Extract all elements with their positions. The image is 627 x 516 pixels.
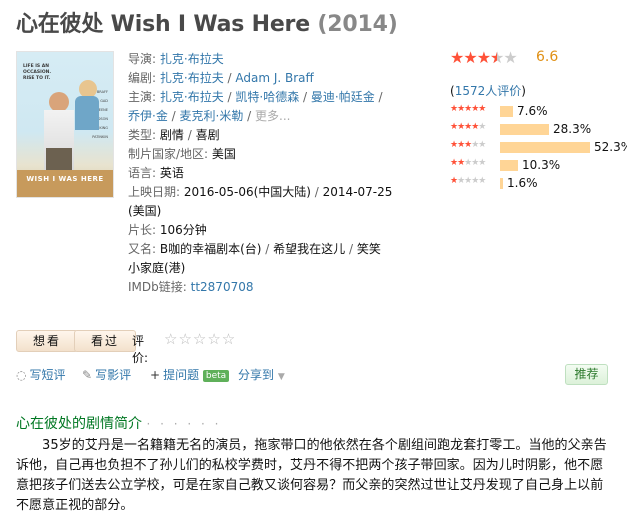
dist-stars-3: ★★★★★ — [450, 140, 486, 150]
movie-poster[interactable]: LIFE IS AN OCCASION. RISE TO IT. BRAFF G… — [16, 51, 114, 198]
writer-label: 编剧: — [128, 71, 157, 85]
dist-pct-2: 10.3% — [522, 158, 561, 172]
genre-label: 类型: — [128, 128, 157, 142]
poster-figure-man — [49, 92, 69, 112]
title-year: (2014) — [317, 12, 398, 37]
writer-link-2[interactable]: Adam J. Braff — [235, 71, 313, 85]
writer-row: 编剧: 扎克·布拉夫 / Adam J. Braff — [128, 71, 314, 85]
country-label: 制片国家/地区: — [128, 147, 209, 161]
cast-link-1[interactable]: 扎克·布拉夫 — [160, 90, 224, 104]
director-link[interactable]: 扎克·布拉夫 — [160, 52, 224, 66]
dist-row-2: ★★★★★ 10.3% — [450, 158, 620, 176]
poster-figure-right-body — [75, 96, 99, 130]
imdb-row: IMDb链接: tt2870708 — [128, 278, 398, 297]
heading-dots: · · · · · · — [146, 417, 222, 431]
dist-stars-4: ★★★★★ — [450, 122, 486, 132]
rating-stars: ★★★★★★ — [450, 48, 518, 67]
director-row: 导演: 扎克·布拉夫 — [128, 50, 398, 69]
aka-label: 又名: — [128, 242, 157, 256]
dist-bar-2 — [500, 160, 518, 171]
release-row: 上映日期: 2016-05-06(中国大陆) / 2014-07-25 — [128, 185, 393, 199]
movie-info: 导演: 扎克·布拉夫 编剧: 扎克·布拉夫 / Adam J. Braff 主演… — [128, 50, 398, 297]
aka-4: 小家庭(港) — [128, 261, 186, 275]
cast-link-5[interactable]: 麦克利·米勒 — [180, 109, 244, 123]
dist-bar-3 — [500, 142, 590, 153]
dist-stars-2: ★★★★★ — [450, 158, 486, 168]
imdb-link[interactable]: tt2870708 — [191, 280, 254, 294]
release-row-2: (美国) — [128, 202, 398, 221]
poster-title: WISH I WAS HERE — [26, 175, 104, 183]
country-row: 制片国家/地区: 美国 — [128, 145, 398, 164]
dist-stars-5: ★★★★★ — [450, 104, 486, 114]
cast-label: 主演: — [128, 90, 157, 104]
aka-1: B咖的幸福剧本(台) — [159, 242, 262, 256]
poster-tagline: LIFE IS AN OCCASION. RISE TO IT. — [23, 64, 52, 81]
rating-score: 6.6 — [536, 49, 559, 65]
watched-button[interactable]: 看过 — [74, 330, 136, 352]
runtime-value: 106分钟 — [159, 223, 207, 237]
cast-link-2[interactable]: 凯特·哈德森 — [235, 90, 299, 104]
cast-more-link[interactable]: 更多... — [255, 109, 290, 123]
dist-bar-4 — [500, 124, 549, 135]
share-dropdown[interactable]: 分享到 ▼ — [238, 366, 285, 383]
plus-icon: + — [150, 368, 161, 382]
page-title: 心在彼处 Wish I Was Here (2014) — [16, 6, 398, 38]
beta-badge: beta — [202, 370, 230, 382]
release-region-2: (美国) — [128, 204, 162, 218]
title-cn: 心在彼处 — [16, 12, 104, 37]
want-to-watch-button[interactable]: 想看 — [16, 330, 78, 352]
dist-pct-5: 7.6% — [517, 104, 548, 118]
votes-link[interactable]: 1572人评价 — [455, 84, 522, 98]
dist-row-4: ★★★★★ 28.3% — [450, 122, 620, 140]
genre-row: 类型: 剧情 / 喜剧 — [128, 128, 220, 142]
release-label: 上映日期: — [128, 185, 181, 199]
language-label: 语言: — [128, 166, 157, 180]
dist-stars-1: ★★★★★ — [450, 176, 486, 186]
dist-bar-5 — [500, 106, 513, 117]
country-value: 美国 — [211, 147, 236, 161]
caret-down-icon: ▼ — [277, 372, 285, 382]
writer-link-1[interactable]: 扎克·布拉夫 — [160, 71, 224, 85]
release-date-2: 2014-07-25 — [322, 185, 393, 199]
runtime-label: 片长: — [128, 223, 157, 237]
dist-row-1: ★★★★★ 1.6% — [450, 176, 620, 194]
aka-row-2: 小家庭(港) — [128, 259, 398, 278]
imdb-label: IMDb链接: — [128, 280, 187, 294]
rate-label: 评价: — [132, 334, 149, 365]
dist-row-3: ★★★★★ 52.3% — [450, 140, 627, 158]
rate-stars-input[interactable]: ☆☆☆☆☆ — [164, 330, 236, 348]
genre-2: 喜剧 — [195, 128, 220, 142]
language-row: 语言: 英语 — [128, 164, 398, 183]
summary-heading: 心在彼处的剧情简介 · · · · · · — [16, 416, 222, 432]
runtime-row: 片长: 106分钟 — [128, 221, 398, 240]
recommend-button[interactable]: 推荐 — [565, 364, 608, 385]
dist-bar-1 — [500, 178, 503, 189]
comment-icon: ◌ — [16, 368, 27, 382]
aka-row: 又名: B咖的幸福剧本(台) / 希望我在这儿 / 笑笑 — [128, 242, 381, 256]
write-review-link[interactable]: ✎ 写影评 — [82, 366, 131, 383]
aka-3: 笑笑 — [356, 242, 381, 256]
cast-row-2: 乔伊·金 / 麦克利·米勒 / 更多... — [128, 109, 291, 123]
pencil-icon: ✎ — [82, 368, 93, 382]
cast-row: 主演: 扎克·布拉夫 / 凯特·哈德森 / 曼迪·帕廷金 / — [128, 90, 383, 104]
genre-1: 剧情 — [159, 128, 184, 142]
rating-votes[interactable]: (1572人评价) — [450, 82, 526, 99]
aka-2: 希望我在这儿 — [273, 242, 346, 256]
dist-pct-4: 28.3% — [553, 122, 592, 136]
cast-link-4[interactable]: 乔伊·金 — [128, 109, 168, 123]
dist-pct-3: 52.3% — [594, 140, 627, 154]
dist-row-5: ★★★★★ 7.6% — [450, 104, 620, 122]
language-value: 英语 — [159, 166, 184, 180]
dist-pct-1: 1.6% — [507, 176, 538, 190]
ask-question-link[interactable]: + 提问题 beta — [150, 366, 230, 383]
summary-text: 35岁的艾丹是一名籍籍无名的演员，拖家带口的他依然在各个剧组间跑龙套打零工。当他… — [16, 438, 607, 513]
cast-link-3[interactable]: 曼迪·帕廷金 — [311, 90, 375, 104]
release-date-1: 2016-05-06(中国大陆) — [183, 185, 311, 199]
title-en: Wish I Was Here — [110, 12, 310, 37]
director-label: 导演: — [128, 52, 157, 66]
write-short-review-link[interactable]: ◌ 写短评 — [16, 366, 66, 383]
